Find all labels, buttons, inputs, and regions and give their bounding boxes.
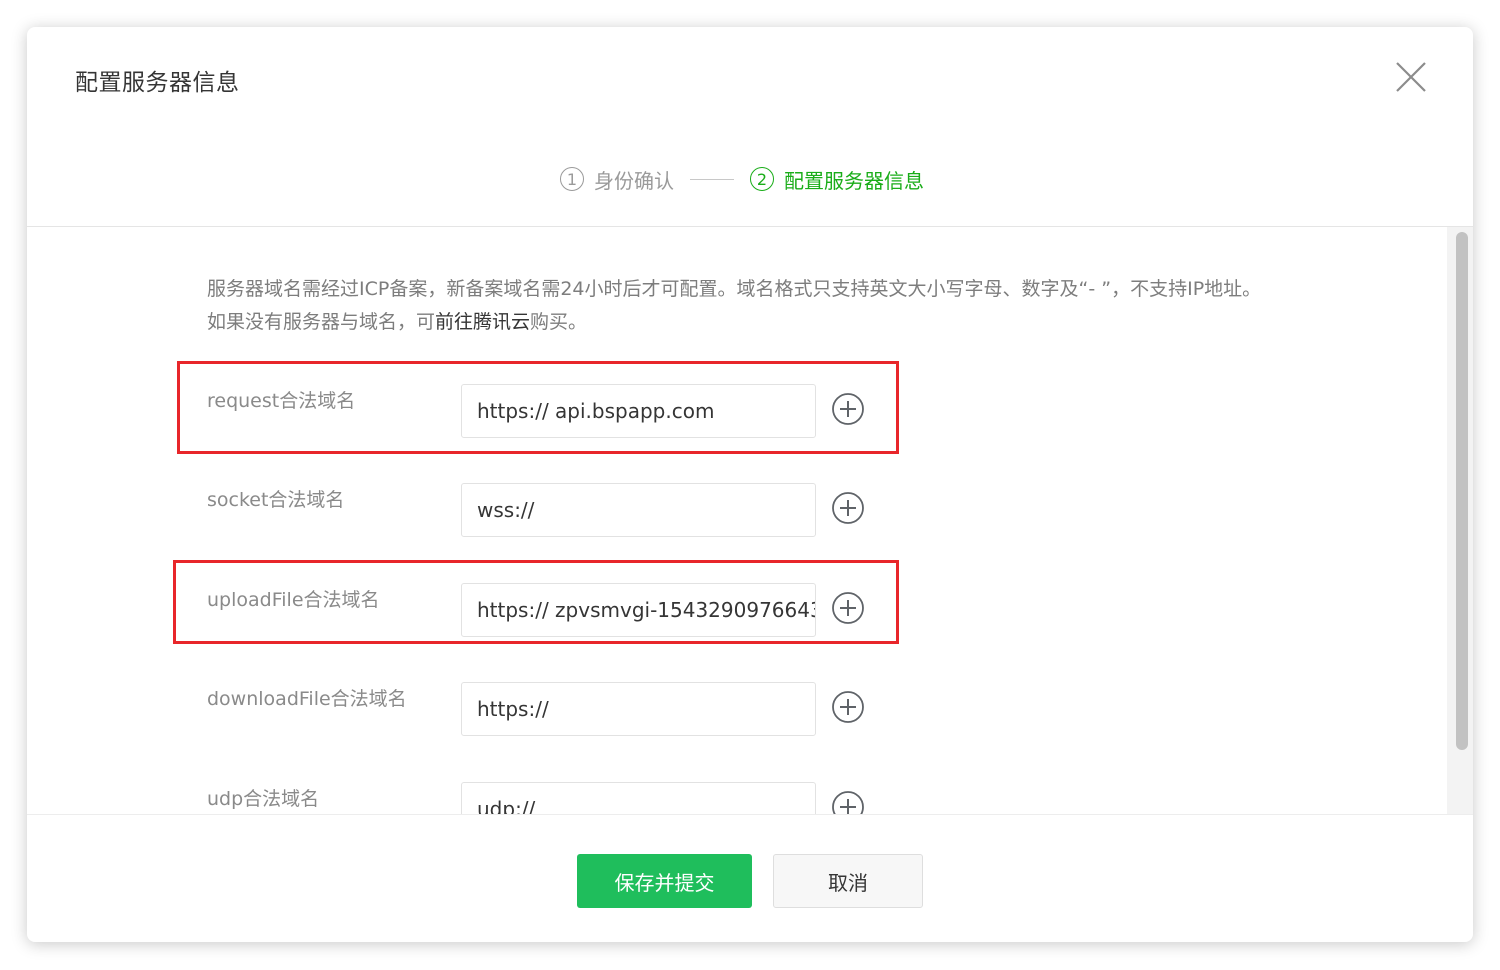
tencent-cloud-link[interactable]: 前往腾讯云 — [435, 311, 530, 333]
domain-notice: 服务器域名需经过ICP备案，新备案域名需24小时后才可配置。域名格式只支持英文大… — [207, 273, 1267, 339]
udp-domain-input[interactable]: udp:// — [461, 782, 816, 814]
downloadfile-domain-row: downloadFile合法域名 https:// — [207, 682, 907, 736]
step-number: 2 — [750, 167, 774, 191]
step-connector — [690, 178, 734, 180]
close-button[interactable] — [1391, 57, 1431, 97]
notice-text: 服务器域名需经过ICP备案，新备案域名需24小时后才可配置。域名格式只支持英文大… — [207, 278, 1262, 333]
field-label: downloadFile合法域名 — [207, 688, 407, 710]
step-identity: 1 身份确认 — [560, 165, 674, 194]
input-value: https:// — [477, 697, 549, 721]
step-indicator: 1 身份确认 2 配置服务器信息 — [560, 163, 924, 195]
plus-circle-icon — [832, 691, 864, 723]
uploadfile-highlight-box — [173, 560, 899, 644]
add-downloadfile-domain-button[interactable] — [831, 690, 865, 724]
field-label: udp合法域名 — [207, 788, 320, 810]
socket-domain-row: socket合法域名 wss:// — [207, 483, 907, 537]
downloadfile-domain-input[interactable]: https:// — [461, 682, 816, 736]
plus-circle-icon — [832, 791, 864, 814]
server-config-dialog: 配置服务器信息 1 身份确认 2 配置服务器信息 服务器域名需经过ICP备案，新… — [27, 27, 1473, 942]
socket-domain-input[interactable]: wss:// — [461, 483, 816, 537]
cancel-button[interactable]: 取消 — [773, 854, 923, 908]
request-highlight-box — [177, 361, 899, 454]
dialog-title: 配置服务器信息 — [75, 70, 240, 96]
input-value: udp:// — [477, 797, 536, 814]
step-server-config: 2 配置服务器信息 — [750, 165, 924, 194]
udp-domain-row: udp合法域名 udp:// — [207, 782, 907, 814]
scrollbar-thumb[interactable] — [1456, 232, 1468, 750]
add-socket-domain-button[interactable] — [831, 491, 865, 525]
add-udp-domain-button[interactable] — [831, 790, 865, 814]
close-icon — [1396, 62, 1426, 92]
plus-circle-icon — [832, 492, 864, 524]
step-number: 1 — [560, 167, 584, 191]
notice-text-end: 购买。 — [530, 311, 588, 333]
step-label: 身份确认 — [594, 168, 674, 193]
step-label: 配置服务器信息 — [784, 168, 924, 193]
field-label: socket合法域名 — [207, 489, 345, 511]
input-value: wss:// — [477, 498, 535, 522]
save-submit-button[interactable]: 保存并提交 — [577, 854, 752, 908]
footer-divider — [27, 814, 1473, 815]
dialog-body: 服务器域名需经过ICP备案，新备案域名需24小时后才可配置。域名格式只支持英文大… — [27, 227, 1473, 814]
